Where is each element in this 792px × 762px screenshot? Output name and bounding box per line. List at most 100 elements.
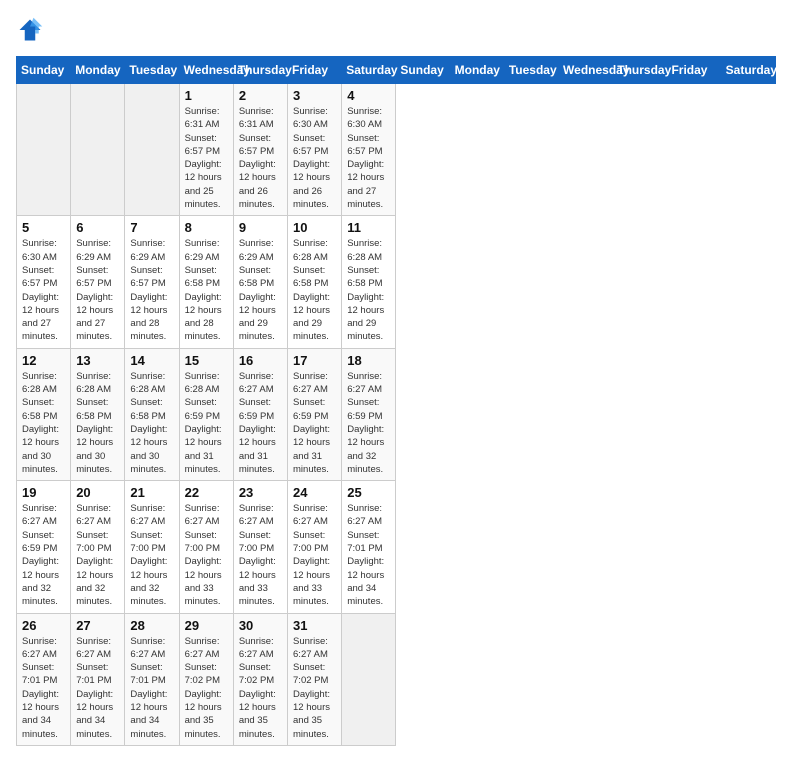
calendar-cell: 31Sunrise: 6:27 AM Sunset: 7:02 PM Dayli… [288,613,342,745]
calendar-cell [17,84,71,216]
day-info: Sunrise: 6:27 AM Sunset: 7:02 PM Dayligh… [293,635,336,741]
calendar-cell: 10Sunrise: 6:28 AM Sunset: 6:58 PM Dayli… [288,216,342,348]
day-info: Sunrise: 6:27 AM Sunset: 7:00 PM Dayligh… [76,502,119,608]
day-info: Sunrise: 6:28 AM Sunset: 6:58 PM Dayligh… [22,370,65,476]
day-info: Sunrise: 6:27 AM Sunset: 7:00 PM Dayligh… [185,502,228,608]
day-number: 18 [347,353,390,368]
day-header-friday: Friday [667,57,721,84]
day-header-sunday: Sunday [396,57,450,84]
calendar-cell: 7 Sunrise: 6:29 AM Sunset: 6:57 PM Daylig… [125,216,179,348]
calendar-cell [125,84,179,216]
day-info: Sunrise: 6:27 AM Sunset: 7:01 PM Dayligh… [22,635,65,741]
calendar-header-row: SundayMondayTuesdayWednesdayThursdayFrid… [17,57,776,84]
day-info: Sunrise: 6:27 AM Sunset: 7:01 PM Dayligh… [347,502,390,608]
day-number: 15 [185,353,228,368]
day-header-wednesday: Wednesday [559,57,613,84]
day-info: Sunrise: 6:29 AM Sunset: 6:57 PM Dayligh… [76,237,119,343]
day-info: Sunrise: 6:27 AM Sunset: 6:59 PM Dayligh… [22,502,65,608]
day-header-tuesday: Tuesday [125,57,179,84]
day-info: Sunrise: 6:28 AM Sunset: 6:59 PM Dayligh… [185,370,228,476]
calendar-cell: 27 Sunrise: 6:27 AM Sunset: 7:01 PM Dayli… [71,613,125,745]
calendar-cell: 29 Sunrise: 6:27 AM Sunset: 7:02 PM Dayli… [179,613,233,745]
day-number: 16 [239,353,282,368]
day-info: Sunrise: 6:29 AM Sunset: 6:58 PM Dayligh… [239,237,282,343]
calendar-cell: 16 Sunrise: 6:27 AM Sunset: 6:59 PM Dayli… [233,348,287,480]
day-number: 21 [130,485,173,500]
day-number: 29 [185,618,228,633]
day-info: Sunrise: 6:27 AM Sunset: 7:01 PM Dayligh… [76,635,119,741]
day-header-friday: Friday [288,57,342,84]
calendar-cell: 28 Sunrise: 6:27 AM Sunset: 7:01 PM Dayli… [125,613,179,745]
calendar-cell: 22 Sunrise: 6:27 AM Sunset: 7:00 PM Dayli… [179,481,233,613]
day-info: Sunrise: 6:27 AM Sunset: 7:00 PM Dayligh… [293,502,336,608]
day-number: 5 [22,220,65,235]
day-number: 1 [185,88,228,103]
calendar-cell: 25Sunrise: 6:27 AM Sunset: 7:01 PM Dayli… [342,481,396,613]
day-info: Sunrise: 6:28 AM Sunset: 6:58 PM Dayligh… [347,237,390,343]
calendar-week-row: 5 Sunrise: 6:30 AM Sunset: 6:57 PM Daylig… [17,216,776,348]
calendar-cell: 5 Sunrise: 6:30 AM Sunset: 6:57 PM Daylig… [17,216,71,348]
day-info: Sunrise: 6:27 AM Sunset: 6:59 PM Dayligh… [239,370,282,476]
calendar-cell: 9 Sunrise: 6:29 AM Sunset: 6:58 PM Daylig… [233,216,287,348]
calendar-cell: 1Sunrise: 6:31 AM Sunset: 6:57 PM Daylig… [179,84,233,216]
day-info: Sunrise: 6:27 AM Sunset: 7:02 PM Dayligh… [239,635,282,741]
day-header-monday: Monday [450,57,504,84]
day-number: 20 [76,485,119,500]
day-number: 14 [130,353,173,368]
day-header-sunday: Sunday [17,57,71,84]
day-number: 27 [76,618,119,633]
calendar-cell: 8 Sunrise: 6:29 AM Sunset: 6:58 PM Daylig… [179,216,233,348]
day-number: 23 [239,485,282,500]
calendar-cell: 3Sunrise: 6:30 AM Sunset: 6:57 PM Daylig… [288,84,342,216]
day-info: Sunrise: 6:28 AM Sunset: 6:58 PM Dayligh… [130,370,173,476]
calendar-cell: 6 Sunrise: 6:29 AM Sunset: 6:57 PM Daylig… [71,216,125,348]
day-info: Sunrise: 6:29 AM Sunset: 6:58 PM Dayligh… [185,237,228,343]
day-info: Sunrise: 6:30 AM Sunset: 6:57 PM Dayligh… [293,105,336,211]
day-number: 7 [130,220,173,235]
calendar-cell [342,613,396,745]
day-number: 17 [293,353,336,368]
day-number: 19 [22,485,65,500]
day-number: 28 [130,618,173,633]
day-info: Sunrise: 6:27 AM Sunset: 7:01 PM Dayligh… [130,635,173,741]
calendar-cell: 23 Sunrise: 6:27 AM Sunset: 7:00 PM Dayli… [233,481,287,613]
calendar-cell: 21 Sunrise: 6:27 AM Sunset: 7:00 PM Dayli… [125,481,179,613]
calendar-cell: 4 Sunrise: 6:30 AM Sunset: 6:57 PM Daylig… [342,84,396,216]
calendar-cell: 20 Sunrise: 6:27 AM Sunset: 7:00 PM Dayli… [71,481,125,613]
day-info: Sunrise: 6:27 AM Sunset: 7:00 PM Dayligh… [239,502,282,608]
day-info: Sunrise: 6:27 AM Sunset: 7:00 PM Dayligh… [130,502,173,608]
day-number: 4 [347,88,390,103]
day-header-saturday: Saturday [342,57,396,84]
calendar-cell: 24 Sunrise: 6:27 AM Sunset: 7:00 PM Dayli… [288,481,342,613]
day-info: Sunrise: 6:27 AM Sunset: 7:02 PM Dayligh… [185,635,228,741]
day-info: Sunrise: 6:29 AM Sunset: 6:57 PM Dayligh… [130,237,173,343]
calendar-cell: 17Sunrise: 6:27 AM Sunset: 6:59 PM Dayli… [288,348,342,480]
calendar-cell: 14 Sunrise: 6:28 AM Sunset: 6:58 PM Dayli… [125,348,179,480]
calendar-week-row: 19 Sunrise: 6:27 AM Sunset: 6:59 PM Dayli… [17,481,776,613]
calendar-cell: 13 Sunrise: 6:28 AM Sunset: 6:58 PM Dayli… [71,348,125,480]
day-number: 22 [185,485,228,500]
day-info: Sunrise: 6:28 AM Sunset: 6:58 PM Dayligh… [76,370,119,476]
day-header-thursday: Thursday [613,57,667,84]
day-number: 13 [76,353,119,368]
calendar-week-row: 1Sunrise: 6:31 AM Sunset: 6:57 PM Daylig… [17,84,776,216]
day-number: 2 [239,88,282,103]
day-number: 30 [239,618,282,633]
calendar-week-row: 12Sunrise: 6:28 AM Sunset: 6:58 PM Dayli… [17,348,776,480]
day-number: 8 [185,220,228,235]
calendar-week-row: 26 Sunrise: 6:27 AM Sunset: 7:01 PM Dayli… [17,613,776,745]
calendar-cell [71,84,125,216]
day-number: 10 [293,220,336,235]
day-info: Sunrise: 6:27 AM Sunset: 6:59 PM Dayligh… [347,370,390,476]
calendar-cell: 30 Sunrise: 6:27 AM Sunset: 7:02 PM Dayli… [233,613,287,745]
day-number: 9 [239,220,282,235]
day-number: 26 [22,618,65,633]
day-header-tuesday: Tuesday [504,57,558,84]
day-number: 6 [76,220,119,235]
day-number: 11 [347,220,390,235]
calendar-cell: 2Sunrise: 6:31 AM Sunset: 6:57 PM Daylig… [233,84,287,216]
day-info: Sunrise: 6:30 AM Sunset: 6:57 PM Dayligh… [347,105,390,211]
calendar-cell: 26 Sunrise: 6:27 AM Sunset: 7:01 PM Dayli… [17,613,71,745]
day-number: 24 [293,485,336,500]
day-info: Sunrise: 6:30 AM Sunset: 6:57 PM Dayligh… [22,237,65,343]
